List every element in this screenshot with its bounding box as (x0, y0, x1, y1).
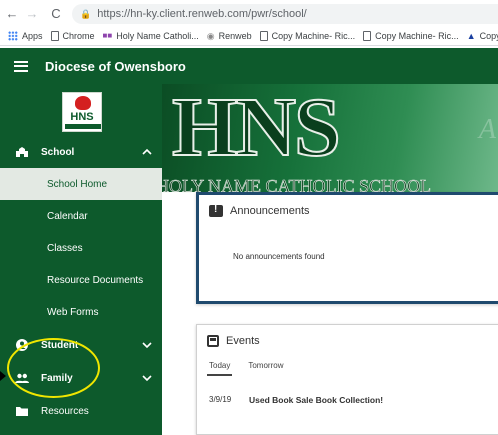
banner-script-text: A (478, 114, 496, 145)
sidebar-item-resource-documents[interactable]: Resource Documents (0, 264, 162, 296)
logo-stripe (65, 124, 101, 129)
tab-today[interactable]: Today (207, 361, 233, 376)
back-arrow-icon[interactable]: ← (4, 6, 20, 21)
bookmark-label: Chrome (62, 30, 95, 41)
document-icon (363, 30, 372, 41)
bookmark-label: Copy Machine- Ric... (271, 30, 356, 41)
renweb-icon: ■■ (102, 30, 113, 40)
sidebar-item-resources[interactable]: Resources (0, 395, 162, 427)
sidebar-item-label: School Home (47, 178, 108, 190)
event-list-item[interactable]: 3/9/19 Used Book Sale Book Collection! (209, 395, 383, 405)
sidebar-item-label: Calendar (47, 210, 88, 222)
tab-tomorrow[interactable]: Tomorrow (246, 361, 285, 376)
forward-arrow-icon[interactable]: → (24, 6, 40, 21)
sidebar-item-calendar[interactable]: Calendar (0, 200, 162, 232)
chevron-down-icon[interactable] (142, 340, 152, 350)
url-text: https://hn-ky.client.renweb.com/pwr/scho… (97, 8, 307, 20)
events-tabs: Today Tomorrow (207, 361, 299, 376)
pointer-arrow-icon (0, 371, 6, 381)
school-building-icon (16, 147, 28, 157)
bookmark-holy-name[interactable]: ■■ Holy Name Catholi... (103, 31, 199, 41)
events-header: Events (207, 335, 260, 347)
bookmark-chrome[interactable]: Chrome (50, 30, 95, 41)
bookmark-copy-machine-2[interactable]: Copy Machine- Ric... (363, 30, 459, 41)
school-logo[interactable]: HNS (62, 92, 102, 132)
sidebar-item-label: Classes (47, 242, 83, 254)
bookmark-label: Copy Machine- Ric... (375, 30, 459, 41)
announcements-header: Announcements (209, 204, 310, 217)
logo-text: HNS (70, 111, 94, 123)
bookmark-label: Copy Ma (479, 30, 498, 41)
folder-icon (16, 407, 28, 416)
announcements-title: Announcements (230, 205, 310, 217)
browser-address-bar: ← → C 🔒 https://hn-ky.client.renweb.com/… (0, 0, 498, 26)
app-title: Diocese of Owensboro (45, 58, 186, 74)
events-card: Events Today Tomorrow 3/9/19 Used Book S… (196, 324, 498, 435)
sidebar-item-classes[interactable]: Classes (0, 232, 162, 264)
highlight-circle-annotation (7, 338, 100, 398)
bookmark-copy-machine-3[interactable]: ▲ Copy Ma (467, 31, 498, 41)
sidebar-item-label: School (41, 146, 75, 158)
announcements-empty-message: No announcements found (233, 252, 325, 261)
calendar-icon (207, 335, 219, 347)
bookmark-label: Holy Name Catholi... (116, 30, 199, 41)
bookmark-copy-machine-1[interactable]: Copy Machine- Ric... (259, 30, 356, 41)
sidebar-item-school[interactable]: School (0, 136, 162, 168)
cardinal-logo-icon (75, 96, 91, 110)
bookmark-apps[interactable]: Apps (8, 30, 43, 41)
announcements-card: Announcements No announcements found (196, 192, 498, 304)
document-icon (50, 30, 59, 41)
events-title: Events (226, 335, 260, 347)
banner-letters: HNS (171, 84, 342, 174)
announcement-icon (209, 204, 223, 217)
sidebar-item-school-home[interactable]: School Home (0, 168, 162, 200)
bookmarks-bar: Apps Chrome ■■ Holy Name Catholi... ◉ Re… (0, 26, 498, 46)
apps-grid-icon (8, 30, 18, 41)
event-date: 3/9/19 (209, 395, 232, 404)
bookmark-label: Apps (22, 30, 43, 41)
chevron-up-icon[interactable] (142, 147, 152, 157)
sidebar-item-label: Resources (41, 405, 89, 417)
car-icon: ▲ (466, 30, 476, 41)
reload-icon[interactable]: C (48, 6, 64, 21)
bookmark-renweb[interactable]: ◉ Renweb (207, 31, 252, 41)
eye-icon: ◉ (206, 30, 215, 41)
sidebar-item-label: Web Forms (47, 306, 99, 318)
hamburger-menu-icon[interactable] (14, 60, 28, 72)
document-icon (259, 30, 268, 41)
chevron-down-icon[interactable] (142, 373, 152, 383)
sidebar-item-label: Resource Documents (47, 274, 144, 286)
app-header: Diocese of Owensboro (0, 48, 498, 84)
bookmark-label: Renweb (218, 30, 252, 41)
event-title[interactable]: Used Book Sale Book Collection! (249, 395, 383, 405)
sidebar-item-web-forms[interactable]: Web Forms (0, 296, 162, 328)
lock-icon: 🔒 (80, 8, 92, 19)
url-field[interactable]: 🔒 https://hn-ky.client.renweb.com/pwr/sc… (72, 4, 498, 24)
main-content: HNS A HOLY NAME CATHOLIC SCHOOL Announce… (162, 84, 498, 435)
